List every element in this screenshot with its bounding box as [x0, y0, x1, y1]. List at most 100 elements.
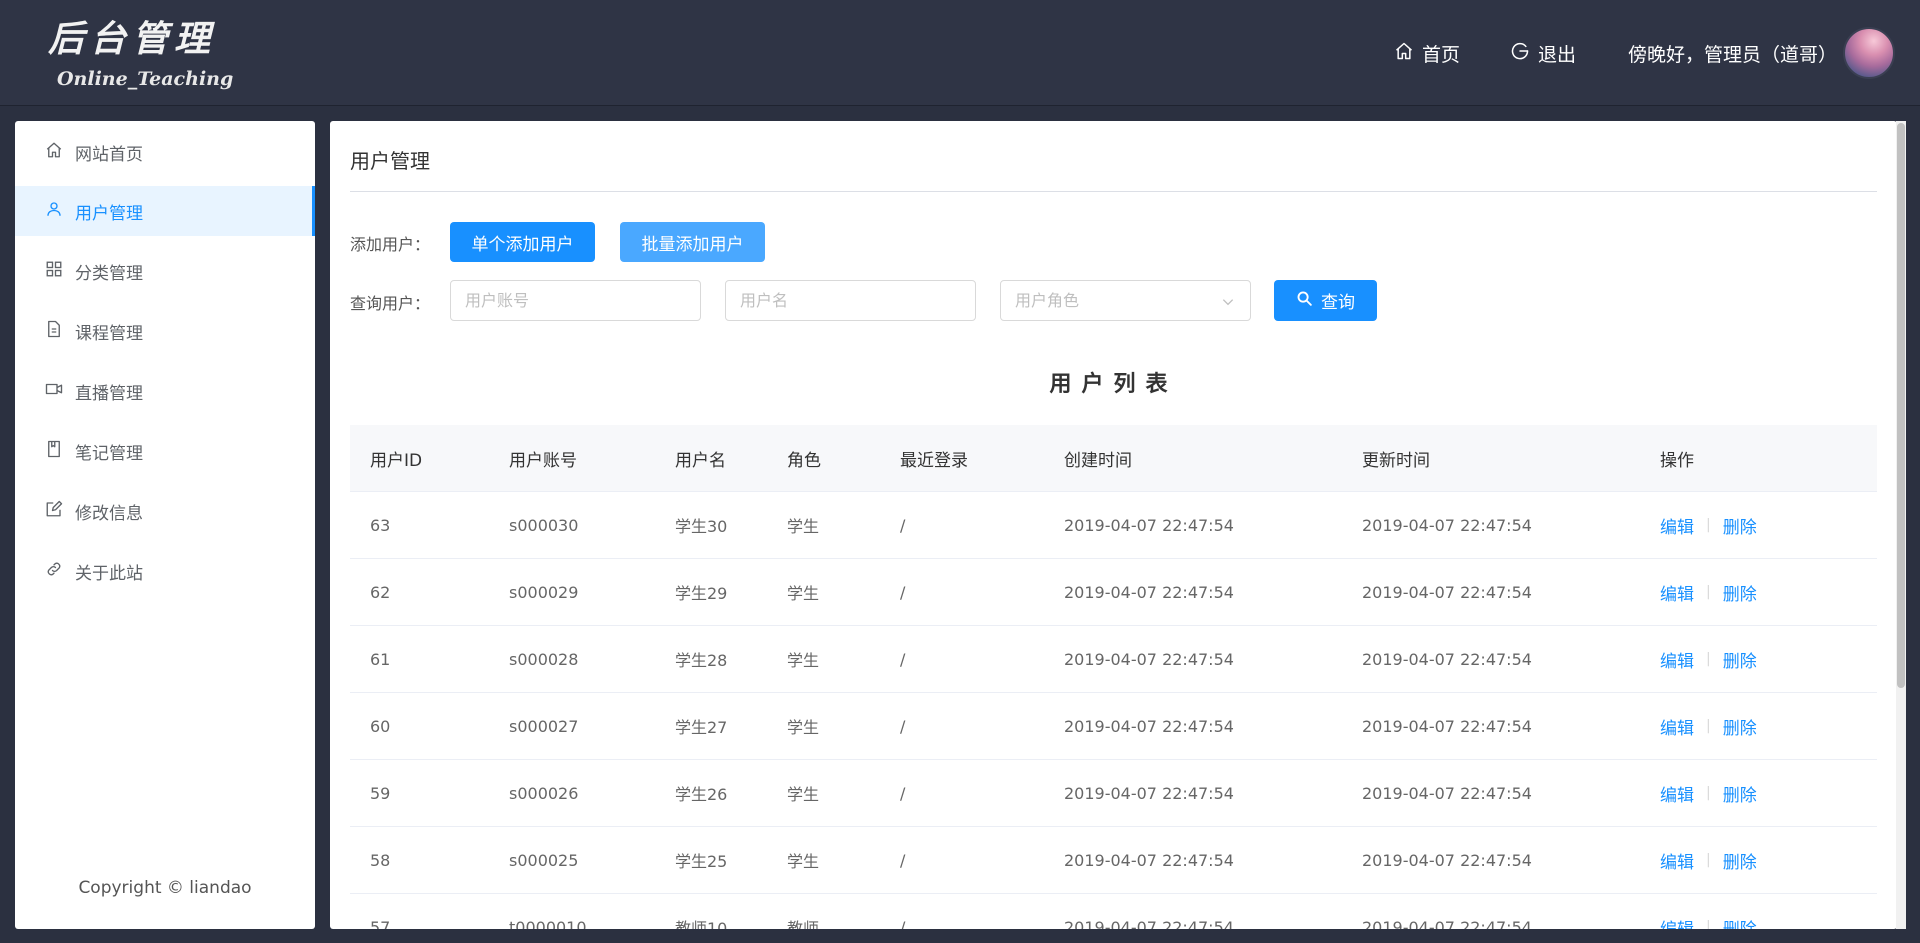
table-cell: 学生: [787, 651, 820, 670]
table-cell: 62: [370, 582, 391, 602]
edit-link[interactable]: 编辑: [1660, 580, 1694, 605]
table-row: 58 s000025 学生25 学生 / 2019-04-07 22:47:54 2019-…: [350, 827, 1877, 894]
action-separator: |: [1706, 785, 1711, 801]
sidebar-item-label: 直播管理: [75, 383, 143, 404]
table-cell: 2019-04-07 22:47:54: [1064, 850, 1234, 870]
sidebar-item-users[interactable]: 用户管理: [15, 186, 315, 236]
row-actions: 编辑 | 删除: [1660, 492, 1757, 558]
column-header: 用户账号: [509, 450, 577, 471]
table-cell: /: [900, 716, 906, 736]
edit-link[interactable]: 编辑: [1660, 714, 1694, 739]
delete-link[interactable]: 删除: [1723, 915, 1757, 930]
table-cell: 2019-04-07 22:47:54: [1362, 850, 1532, 870]
table-row: 62 s000029 学生29 学生 / 2019-04-07 22:47:54 2019-…: [350, 559, 1877, 626]
table-cell: 61: [370, 649, 391, 669]
scrollbar-thumb[interactable]: [1897, 123, 1905, 688]
nav-home-link[interactable]: 首页: [1394, 38, 1460, 68]
table-cell: 2019-04-07 22:47:54: [1362, 917, 1532, 930]
home-icon: [1394, 41, 1414, 66]
sidebar-item-label: 笔记管理: [75, 443, 143, 464]
sidebar-item-label: 课程管理: [75, 323, 143, 344]
sidebar-item-categories[interactable]: 分类管理: [15, 246, 315, 296]
action-separator: |: [1706, 852, 1711, 868]
copyright-text: Copyright © liandao: [78, 878, 252, 898]
notebook-icon: [45, 440, 63, 463]
edit-link[interactable]: 编辑: [1660, 513, 1694, 538]
sidebar-item-label: 修改信息: [75, 503, 143, 524]
table-cell: /: [900, 783, 906, 803]
table-cell: 2019-04-07 22:47:54: [1064, 783, 1234, 803]
column-header: 创建时间: [1064, 450, 1132, 471]
table-cell: 63: [370, 515, 391, 535]
table-cell: 学生: [787, 584, 820, 603]
grid-icon: [45, 260, 63, 283]
page-title: 用户管理: [350, 149, 430, 173]
table-cell: 57: [370, 917, 391, 930]
delete-link[interactable]: 删除: [1723, 580, 1757, 605]
query-button[interactable]: 查询: [1274, 280, 1377, 321]
top-header: 后台管理 Online_Teaching 首页 退出 傍晚好，管理员（道哥）: [0, 0, 1920, 106]
account-search-input[interactable]: [450, 280, 701, 321]
row-actions: 编辑 | 删除: [1660, 827, 1757, 893]
table-cell: 2019-04-07 22:47:54: [1064, 716, 1234, 736]
row-actions: 编辑 | 删除: [1660, 693, 1757, 759]
table-cell: /: [900, 917, 906, 930]
column-header: 用户ID: [370, 450, 423, 471]
action-separator: |: [1706, 718, 1711, 734]
edit-link[interactable]: 编辑: [1660, 647, 1694, 672]
row-actions: 编辑 | 删除: [1660, 760, 1757, 826]
search-icon: [1296, 290, 1313, 312]
edit-link[interactable]: 编辑: [1660, 848, 1694, 873]
sidebar: 网站首页 用户管理 分类管理 课程管理 直播管理 笔记管理 修改信息 关于此站 …: [15, 121, 315, 929]
logo-title: 后台管理: [48, 18, 217, 60]
column-header: 更新时间: [1362, 450, 1430, 471]
table-cell: 2019-04-07 22:47:54: [1064, 582, 1234, 602]
table-cell: s000028: [509, 649, 579, 669]
document-icon: [45, 320, 63, 343]
table-cell: /: [900, 850, 906, 870]
title-divider: [350, 191, 1877, 192]
logo-subtitle: Online_Teaching: [57, 68, 234, 90]
table-cell: 2019-04-07 22:47:54: [1064, 515, 1234, 535]
sidebar-item-label: 网站首页: [75, 144, 143, 165]
delete-link[interactable]: 删除: [1723, 781, 1757, 806]
delete-link[interactable]: 删除: [1723, 848, 1757, 873]
chevron-down-icon: [1221, 294, 1235, 308]
table-cell: s000025: [509, 850, 579, 870]
sidebar-item-notes[interactable]: 笔记管理: [15, 426, 315, 476]
table-cell: 学生26: [675, 785, 728, 804]
action-separator: |: [1706, 584, 1711, 600]
avatar[interactable]: [1843, 27, 1895, 79]
delete-link[interactable]: 删除: [1723, 647, 1757, 672]
row-actions: 编辑 | 删除: [1660, 626, 1757, 692]
edit-link[interactable]: 编辑: [1660, 915, 1694, 930]
role-select[interactable]: [1000, 280, 1251, 321]
table-cell: 学生27: [675, 718, 728, 737]
query-user-label: 查询用户：: [350, 294, 431, 313]
table-cell: s000029: [509, 582, 579, 602]
main-panel: 用户管理 添加用户： 单个添加用户 批量添加用户 查询用户： 查询 用户列表 用…: [330, 121, 1897, 929]
delete-link[interactable]: 删除: [1723, 513, 1757, 538]
sidebar-item-home[interactable]: 网站首页: [15, 127, 315, 177]
sidebar-item-courses[interactable]: 课程管理: [15, 306, 315, 356]
row-actions: 编辑 | 删除: [1660, 559, 1757, 625]
home-icon: [45, 141, 63, 164]
add-batch-users-button[interactable]: 批量添加用户: [620, 222, 765, 262]
table-cell: 学生29: [675, 584, 728, 603]
sidebar-item-edit-info[interactable]: 修改信息: [15, 486, 315, 536]
table-cell: 2019-04-07 22:47:54: [1362, 716, 1532, 736]
table-cell: 学生: [787, 718, 820, 737]
user-table: 用户ID 用户账号 用户名 角色 最近登录 创建时间 更新时间 操作 63 s00…: [350, 425, 1877, 929]
edit-link[interactable]: 编辑: [1660, 781, 1694, 806]
logout-icon: [1510, 41, 1530, 66]
table-cell: 60: [370, 716, 391, 736]
sidebar-item-about[interactable]: 关于此站: [15, 546, 315, 596]
add-single-user-button[interactable]: 单个添加用户: [450, 222, 595, 262]
sidebar-item-live[interactable]: 直播管理: [15, 366, 315, 416]
username-search-input[interactable]: [725, 280, 976, 321]
table-cell: t0000010: [509, 917, 587, 930]
table-cell: 59: [370, 783, 391, 803]
nav-logout-link[interactable]: 退出: [1510, 38, 1576, 68]
list-title: 用户列表: [1049, 371, 1178, 397]
delete-link[interactable]: 删除: [1723, 714, 1757, 739]
